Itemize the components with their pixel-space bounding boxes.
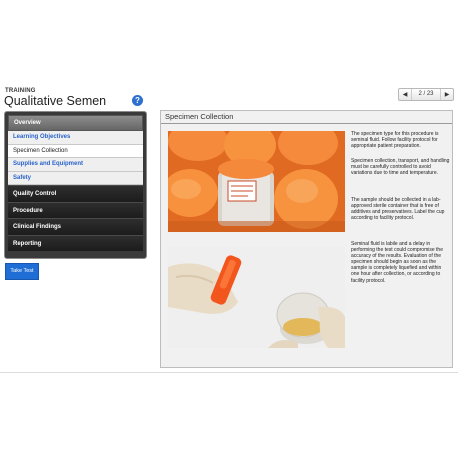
- next-page-button[interactable]: ▶: [441, 91, 453, 98]
- course-navigation: Overview Learning Objectives Specimen Co…: [4, 111, 147, 259]
- content-paragraph: The sample should be collected in a lab-…: [351, 197, 445, 222]
- nav-item-clinical-findings[interactable]: Clinical Findings: [8, 218, 143, 235]
- content-panel: Specimen Collection The specimen type fo…: [160, 110, 453, 368]
- page-count: 2 / 23: [411, 89, 441, 100]
- module-title: Qualitative Semen: [4, 94, 107, 108]
- nav-item-procedure[interactable]: Procedure: [8, 201, 143, 218]
- content-paragraph: Seminal fluid is labile and a delay in p…: [351, 241, 443, 284]
- nav-item-supplies-and-equipment[interactable]: Supplies and Equipment: [8, 158, 143, 172]
- page-pager: ◀ 2 / 23 ▶: [398, 88, 454, 101]
- content-paragraph: Specimen collection, transport, and hand…: [351, 158, 450, 177]
- content-title: Specimen Collection: [165, 112, 234, 121]
- content-paragraph: The specimen type for this procedure is …: [351, 131, 439, 150]
- prev-page-button[interactable]: ◀: [399, 91, 411, 98]
- gloved-hands-illustration: [168, 247, 345, 348]
- nav-overview[interactable]: Overview: [8, 115, 143, 131]
- help-icon[interactable]: ?: [132, 95, 143, 106]
- nav-item-specimen-collection[interactable]: Specimen Collection: [8, 144, 143, 158]
- title-divider: [161, 123, 452, 124]
- specimen-cups-photo: [168, 131, 345, 232]
- specimen-cups-illustration: [168, 131, 345, 232]
- nav-item-learning-objectives[interactable]: Learning Objectives: [8, 131, 143, 145]
- nav-item-quality-control[interactable]: Quality Control: [8, 185, 143, 202]
- take-test-button[interactable]: Take Test: [5, 263, 39, 280]
- specimen-handling-photo: [168, 247, 345, 348]
- nav-item-reporting[interactable]: Reporting: [8, 234, 143, 251]
- nav-item-safety[interactable]: Safety: [8, 171, 143, 185]
- footer-divider: [0, 372, 458, 373]
